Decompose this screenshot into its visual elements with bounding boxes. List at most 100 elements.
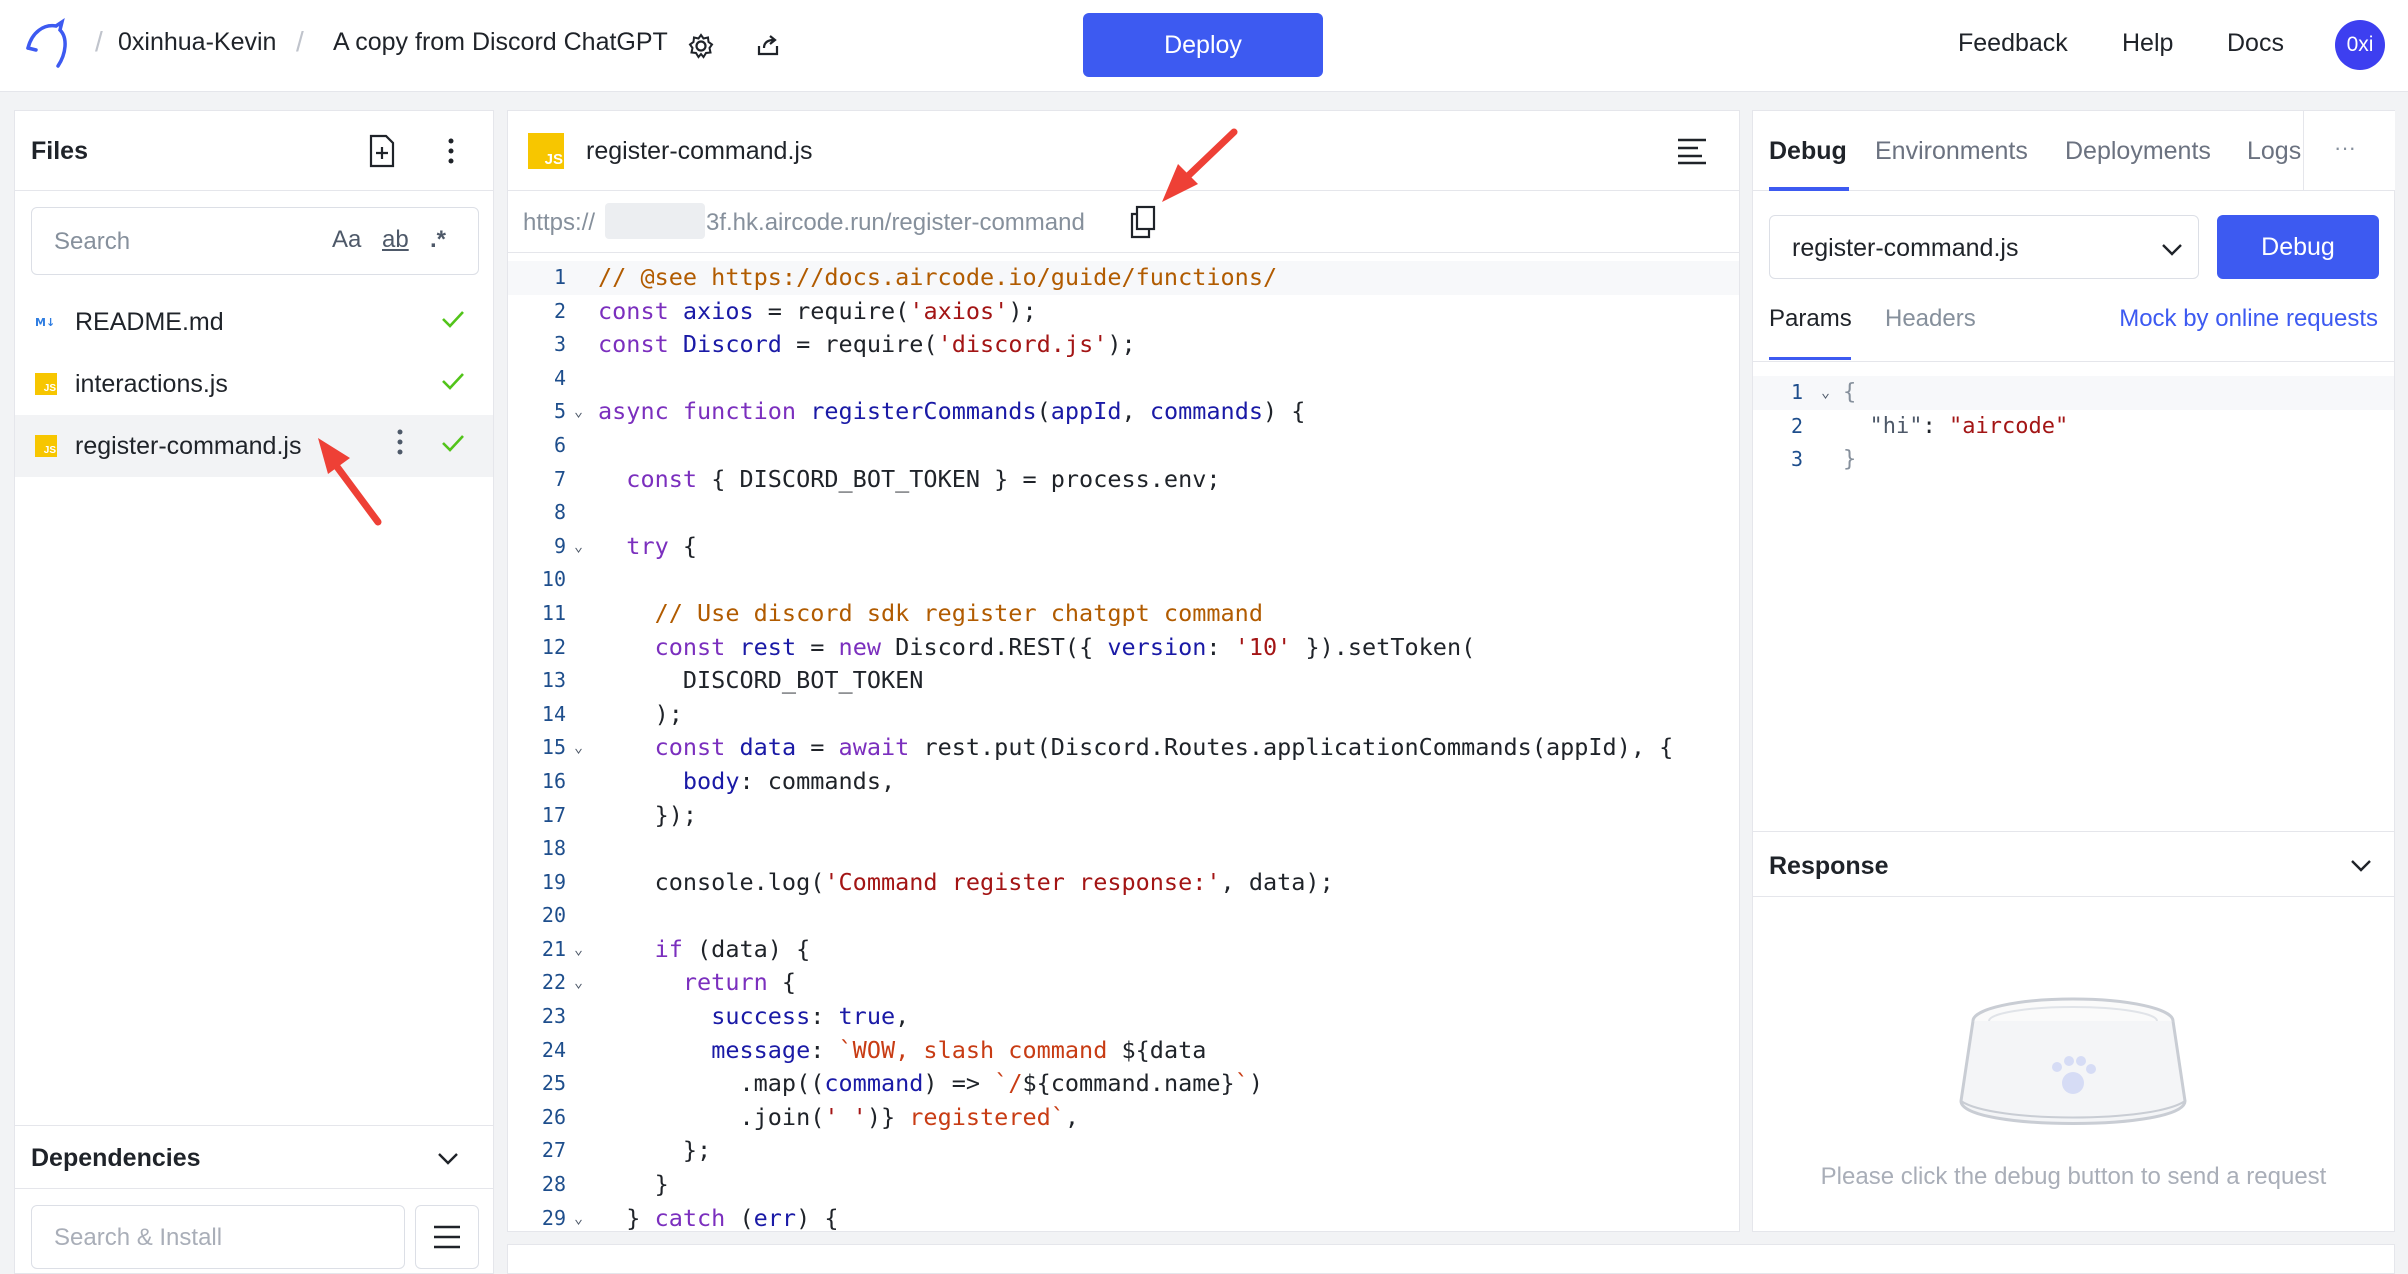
code-line: 22 ⌄ return { <box>541 968 797 997</box>
response-title: Response <box>1769 852 1889 880</box>
tab-deployments[interactable]: Deployments <box>2065 137 2211 166</box>
code-line: 4 <box>553 365 566 390</box>
feedback-link[interactable]: Feedback <box>1958 29 2068 58</box>
function-url-bar: https:// 3f.hk.aircode.run/register-comm… <box>508 191 1739 253</box>
code-line: 5 ⌄ async function registerCommands(appId,… <box>553 397 1306 426</box>
chevron-down-icon[interactable] <box>2349 856 2373 874</box>
js-file-icon: JS <box>35 435 57 457</box>
code-line: 24 message: `WOW, slash command ${data <box>541 1035 1207 1064</box>
params-editor[interactable]: 1 ⌄{ 2 "hi": "aircode" 3} <box>1753 361 2394 835</box>
js-file-icon: JS <box>35 373 57 395</box>
dependencies-header[interactable]: Dependencies <box>15 1125 493 1189</box>
code-line: 2 const axios = require('axios'); <box>553 296 1037 325</box>
dependencies-title: Dependencies <box>31 1144 201 1172</box>
url-redacted-mask <box>605 203 705 239</box>
code-line: 21 ⌄ if (data) { <box>541 934 811 963</box>
outline-menu-icon[interactable] <box>1676 137 1708 165</box>
bottom-console-strip <box>507 1244 2395 1274</box>
file-item-interactions[interactable]: JS interactions.js <box>15 353 493 415</box>
file-search-input[interactable]: Search Aa ab .* <box>31 207 479 275</box>
code-editor-panel: JS register-command.js https:// 3f.hk.ai… <box>507 110 1740 1232</box>
empty-response-message: Please click the debug button to send a … <box>1820 1163 2327 1190</box>
docs-link[interactable]: Docs <box>2227 29 2284 58</box>
subtab-params[interactable]: Params <box>1769 305 1852 333</box>
code-line: 20 <box>541 903 566 928</box>
deploy-button[interactable]: Deploy <box>1083 13 1323 77</box>
code-line: 10 <box>541 567 566 592</box>
check-icon <box>442 311 464 328</box>
markdown-icon: M↓ <box>35 316 55 329</box>
new-file-icon[interactable] <box>365 133 399 169</box>
code-line: 26 .join(' ')} registered`, <box>541 1102 1080 1131</box>
dependency-list-icon[interactable] <box>415 1205 479 1269</box>
active-tab-indicator <box>1769 187 1849 191</box>
tab-debug[interactable]: Debug <box>1769 137 1847 166</box>
selected-function: register-command.js <box>1792 234 2019 262</box>
tab-environments[interactable]: Environments <box>1875 137 2028 166</box>
breadcrumb-separator: / <box>95 26 103 57</box>
svg-text:M↓: M↓ <box>35 316 55 329</box>
code-line: 28 } <box>541 1170 669 1199</box>
files-header: Files <box>15 111 493 191</box>
code-line: 14 ); <box>541 699 683 728</box>
tab-logs[interactable]: Logs <box>2247 137 2301 166</box>
aircode-logo-icon[interactable] <box>22 18 72 72</box>
code-line: 6 <box>553 432 566 457</box>
code-line: 15 ⌄ const data = await rest.put(Discord.… <box>541 733 1674 762</box>
code-line: 27 }; <box>541 1136 712 1165</box>
top-bar: / 0xinhua-Kevin / A copy from Discord Ch… <box>0 0 2408 92</box>
response-header[interactable]: Response <box>1753 831 2394 897</box>
code-line: 11 // Use discord sdk register chatgpt c… <box>541 598 1263 627</box>
breadcrumb-workspace[interactable]: 0xinhua-Kevin <box>118 28 276 57</box>
more-options-icon[interactable] <box>441 133 461 169</box>
code-line: 16 body: commands, <box>541 766 896 795</box>
match-word-toggle[interactable]: ab <box>382 226 409 254</box>
code-line: 1 ⌄{ <box>1753 376 2394 410</box>
code-line: 3} <box>1790 447 1857 473</box>
empty-bowl-icon <box>1959 997 2187 1125</box>
annotation-arrow-icon <box>1162 128 1238 202</box>
editor-header: JS register-command.js <box>508 111 1739 191</box>
settings-gear-icon[interactable] <box>685 30 717 62</box>
share-icon[interactable] <box>752 30 784 62</box>
check-icon <box>442 435 464 452</box>
code-line: 2 "hi": "aircode" <box>1790 413 2069 439</box>
check-icon <box>442 373 464 390</box>
url-prefix: https:// <box>523 209 596 236</box>
chevron-down-icon <box>2162 244 2182 256</box>
code-line: 23 success: true, <box>541 1002 910 1031</box>
help-link[interactable]: Help <box>2122 29 2173 58</box>
code-line: 1// @see https://docs.aircode.io/guide/f… <box>508 261 1739 295</box>
function-select[interactable]: register-command.js <box>1769 215 2199 279</box>
dependency-search-placeholder: Search & Install <box>54 1224 223 1251</box>
subtab-headers[interactable]: Headers <box>1885 305 1976 333</box>
code-line: 9 ⌄ try { <box>553 531 698 560</box>
code-line: 25 .map((command) => `/${command.name}`) <box>541 1069 1264 1098</box>
files-panel: Files Search Aa ab .* M↓ README.md JS in… <box>14 110 494 1274</box>
file-name: register-command.js <box>75 432 302 460</box>
files-title: Files <box>31 137 88 165</box>
tabs-overflow: ··· <box>2303 111 2395 190</box>
file-name: interactions.js <box>75 370 228 398</box>
breadcrumb-project[interactable]: A copy from Discord ChatGPT <box>333 28 668 57</box>
avatar[interactable]: 0xi <box>2335 20 2385 70</box>
match-case-toggle[interactable]: Aa <box>332 226 361 254</box>
file-item-readme[interactable]: M↓ README.md <box>15 291 493 353</box>
file-item-register-command[interactable]: JS register-command.js <box>15 415 493 477</box>
code-content[interactable]: 1// @see https://docs.aircode.io/guide/f… <box>508 261 1739 1235</box>
active-subtab-indicator <box>1769 357 1851 360</box>
code-line: 8 <box>553 500 566 525</box>
code-line: 13 DISCORD_BOT_TOKEN <box>541 666 924 695</box>
debug-tabs: Debug Environments Deployments Logs ··· <box>1753 111 2395 191</box>
chevron-down-icon[interactable] <box>435 1148 461 1168</box>
mock-requests-link[interactable]: Mock by online requests <box>2119 305 2378 333</box>
code-line: 3 const Discord = require('discord.js'); <box>553 330 1136 359</box>
dependency-search-input[interactable]: Search & Install <box>31 1205 405 1269</box>
regex-toggle[interactable]: .* <box>430 226 446 254</box>
breadcrumb-separator: / <box>296 26 304 57</box>
debug-panel: Debug Environments Deployments Logs ··· … <box>1752 110 2395 1232</box>
file-more-icon[interactable] <box>397 429 403 455</box>
debug-button[interactable]: Debug <box>2217 215 2379 279</box>
js-file-icon: JS <box>528 133 564 169</box>
more-tabs-icon[interactable]: ··· <box>2334 135 2356 161</box>
